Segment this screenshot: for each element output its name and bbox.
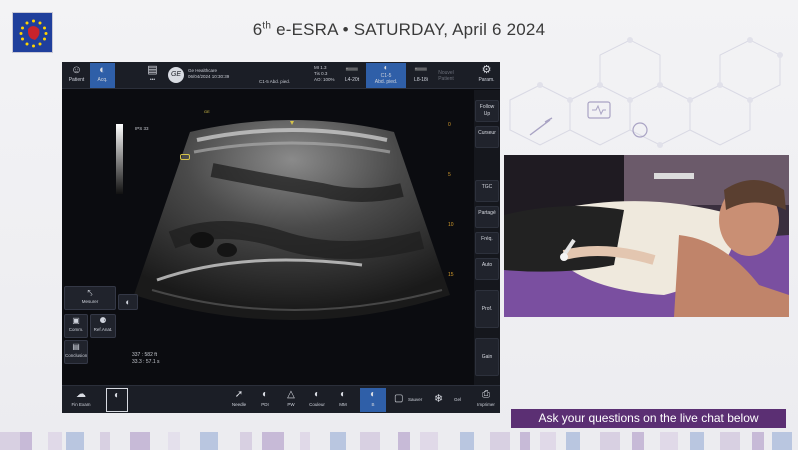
tgc-button[interactable]: TGC	[475, 180, 499, 202]
measure-button[interactable]: ⤣ Mesurer	[64, 286, 116, 310]
console-bottom-bar: ☁ Fin Exam ◐ ➚ Needle ◐ PDI △ PW ◐ Coule…	[62, 385, 500, 413]
needle-icon: ➚	[234, 389, 244, 400]
freeze-button[interactable]: ❄ Gel	[432, 388, 468, 412]
doppler-icon: ◐	[261, 389, 269, 400]
patient-button[interactable]: ☺ Patient	[64, 63, 89, 88]
comment-button[interactable]: ▣ Comm.	[64, 314, 88, 338]
new-patient-button[interactable]: Nouvel Patient	[435, 63, 457, 88]
ips-label: IPS 33	[135, 126, 149, 131]
network-decoration	[509, 37, 783, 148]
grayscale-bar	[116, 124, 123, 194]
print-button[interactable]: ⎙ Imprimer	[474, 388, 498, 412]
depth-scale: 0 5 10 15	[448, 122, 454, 278]
linear-probe-icon: ➖	[414, 64, 428, 76]
depth-control[interactable]: Prof.	[475, 290, 499, 328]
live-camera-feed	[504, 155, 789, 317]
follow-up-button[interactable]: Follow Up	[475, 100, 499, 122]
pw-button[interactable]: △ PW	[280, 388, 302, 412]
snowflake-icon: ❄	[434, 393, 444, 405]
mm-mode-button[interactable]: ◐ MM	[332, 388, 354, 412]
gear-icon: ⚙	[481, 64, 492, 76]
more-dots-icon: •••	[149, 77, 156, 83]
body-icon: ⚈	[99, 316, 107, 325]
body-mark-button[interactable]: ⚈ Ref.Anat.	[90, 314, 116, 338]
color-doppler-icon: ◐	[313, 389, 321, 400]
frequency-button[interactable]: Fréq.	[475, 232, 499, 254]
decorative-tile-strip	[0, 432, 798, 450]
ao-value: AO: 100%	[314, 77, 335, 82]
m-mode-icon: ◐	[339, 389, 347, 400]
clipboard-icon: ▤	[147, 64, 158, 76]
linear-probe-icon: ➖	[345, 64, 359, 76]
convex-probe-icon: ◐	[383, 63, 389, 72]
auto-button[interactable]: Auto	[475, 258, 499, 280]
needle-button[interactable]: ➚ Needle	[228, 388, 250, 412]
parameters-button[interactable]: ⚙ Param.	[474, 63, 499, 88]
ultrasound-image[interactable]	[62, 90, 472, 385]
pdi-button[interactable]: ◐ PDI	[254, 388, 276, 412]
user-icon: ☺	[70, 64, 83, 76]
dual-circle-icon: ◐	[125, 297, 131, 307]
conclusion-button[interactable]: ▤ Conclusion	[64, 340, 88, 364]
measurement-readout: 337 : 582 ft 33.3 : 57.1 s	[132, 352, 160, 365]
probe-orientation-icon	[180, 154, 190, 160]
color-doppler-button[interactable]: ◐ Couleur	[306, 388, 328, 412]
document-icon: ▤	[72, 342, 80, 351]
pulsed-wave-icon: △	[287, 389, 295, 400]
probe-l4-20t-button[interactable]: ➖ L4-20t	[339, 63, 365, 88]
ultrasound-console: ☺ Patient ◐ Acq. ▤ ••• GE Ge Healthcare …	[62, 62, 500, 413]
console-top-bar: ☺ Patient ◐ Acq. ▤ ••• GE Ge Healthcare …	[62, 62, 500, 89]
probe-preset-info: C1-5 Abd. pied.	[259, 79, 291, 84]
end-exam-button[interactable]: ☁ Fin Exam	[66, 388, 96, 412]
caliper-icon: ⤣	[87, 288, 93, 298]
ge-logo: GE	[168, 67, 184, 83]
share-button[interactable]: Partagé	[475, 206, 499, 228]
probe-l8-18i-button[interactable]: ➖ L8-18i	[408, 63, 434, 88]
probe-c1-5-button[interactable]: ◐ C1-5 Abd. pied.	[366, 63, 406, 88]
right-control-panel: Follow Up Curseur TGC Partagé Fréq. Auto…	[474, 90, 500, 385]
b-mode-button[interactable]: ◐ B	[360, 388, 386, 412]
worklist-button[interactable]: ▤ •••	[140, 63, 165, 88]
b-mode-icon: ◐	[369, 389, 377, 400]
probe-marker: GE	[204, 109, 210, 114]
dual-view-button[interactable]: ◐	[118, 294, 138, 310]
cursor-button[interactable]: Curseur	[475, 126, 499, 148]
acquisition-button[interactable]: ◐ Acq.	[90, 63, 115, 88]
gain-control[interactable]: Gain	[475, 338, 499, 376]
exam-datetime: 06/04/2024 10:30:39	[188, 74, 230, 79]
cloud-icon: ☁	[76, 389, 86, 400]
live-chat-banner: Ask your questions on the live chat belo…	[511, 409, 786, 428]
printer-icon: ⎙	[482, 389, 490, 400]
save-button[interactable]: ▢ Sauver	[392, 388, 432, 412]
snapshot-icon: ◐	[113, 390, 121, 401]
snapshot-button[interactable]: ◐	[106, 388, 128, 412]
probe-icon: ◐	[99, 64, 106, 76]
comment-icon: ▣	[72, 316, 80, 325]
camera-icon: ▢	[394, 393, 404, 404]
